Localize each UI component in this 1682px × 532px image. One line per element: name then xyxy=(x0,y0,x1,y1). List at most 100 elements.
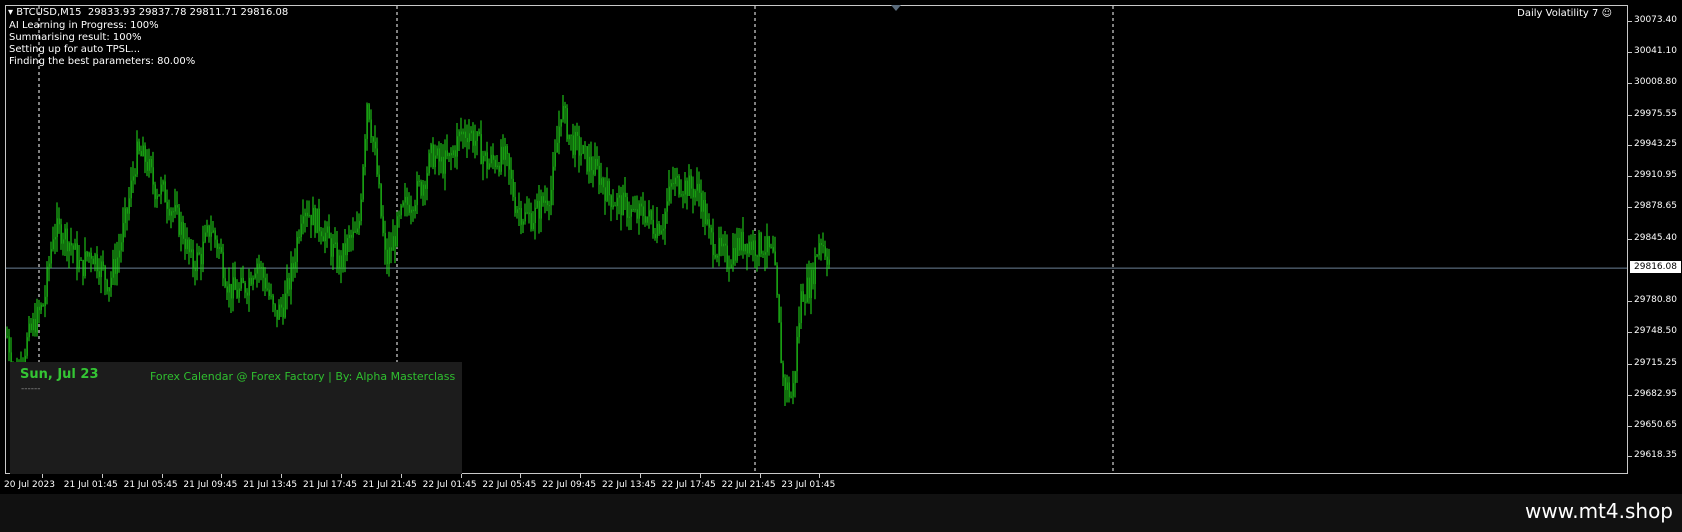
candle-body xyxy=(632,208,634,211)
candle-body xyxy=(596,159,598,166)
candle-body xyxy=(550,189,552,206)
candle-body xyxy=(86,251,88,257)
time-axis[interactable]: 20 Jul 2023 21 Jul 01:45 21 Jul 05:45 21 Ju… xyxy=(0,474,1628,494)
candle-body xyxy=(334,242,336,245)
collapse-arrow-icon[interactable]: ▾ xyxy=(8,7,13,18)
price-tick-label: 29845.40 xyxy=(1634,233,1677,244)
candle-body xyxy=(80,260,82,262)
candle-body xyxy=(458,131,460,137)
symbol-label: BTCUSD,M15 xyxy=(16,7,82,18)
candle-body xyxy=(292,263,294,269)
candle-body xyxy=(794,371,796,384)
shift-marker-icon[interactable] xyxy=(891,5,901,11)
candle-body xyxy=(428,153,430,174)
candle-body xyxy=(256,263,258,274)
candle-body xyxy=(62,239,64,244)
price-tick xyxy=(1628,239,1632,241)
candle-body xyxy=(290,263,292,290)
candle-body xyxy=(760,232,762,254)
candle-body xyxy=(266,288,268,290)
candle-body xyxy=(666,201,668,212)
candle-body xyxy=(488,163,490,170)
candle-body xyxy=(108,287,110,292)
candle-body xyxy=(352,231,354,238)
candle-body xyxy=(598,165,600,185)
candle-body xyxy=(52,239,54,250)
status-line: AI Learning in Progress: 100% xyxy=(9,20,159,31)
candle-body xyxy=(68,242,70,252)
candle-body xyxy=(516,209,518,213)
candle-body xyxy=(120,242,122,251)
calendar-source-label[interactable]: Forex Calendar @ Forex Factory | By: Alp… xyxy=(150,370,455,383)
time-tick-label: 22 Jul 21:45 xyxy=(721,480,776,490)
time-tick xyxy=(281,474,283,478)
candle-body xyxy=(688,175,690,196)
candle-body xyxy=(310,215,312,226)
candle-body xyxy=(626,197,628,218)
candle-body xyxy=(322,236,324,242)
candle-body xyxy=(766,236,768,253)
candle-body xyxy=(822,245,824,247)
candle-body xyxy=(152,167,154,185)
calendar-empty-events: ------ xyxy=(21,384,41,394)
candle-body xyxy=(604,187,606,201)
candle-body xyxy=(446,150,448,157)
candle-body xyxy=(314,207,316,233)
candle-body xyxy=(682,194,684,196)
time-tick-label: 21 Jul 01:45 xyxy=(63,480,118,490)
candle-body xyxy=(194,267,196,272)
candle-body xyxy=(198,252,200,254)
candle-body xyxy=(222,252,224,279)
candle-body xyxy=(232,277,234,299)
current-price-label: 29816.08 xyxy=(1630,261,1681,274)
price-tick-label: 29650.65 xyxy=(1634,419,1677,430)
candle-body xyxy=(486,152,488,170)
candle-body xyxy=(774,251,776,266)
candle-body xyxy=(742,231,744,252)
candle-body xyxy=(524,212,526,222)
candle-body xyxy=(54,237,56,240)
candle-body xyxy=(332,244,334,257)
candle-body xyxy=(270,295,272,297)
candle-body xyxy=(126,208,128,214)
candle-body xyxy=(374,141,376,149)
candle-body xyxy=(210,232,212,237)
candle-body xyxy=(344,243,346,256)
time-tick-label: 22 Jul 09:45 xyxy=(542,480,597,490)
candle-body xyxy=(568,134,570,140)
candle-body xyxy=(536,200,538,208)
time-tick xyxy=(580,474,582,478)
candle-body xyxy=(538,200,540,219)
candle-body xyxy=(60,224,62,244)
candle-body xyxy=(32,318,34,331)
candle-body xyxy=(526,212,528,214)
candle-body xyxy=(642,206,644,217)
candle-body xyxy=(296,237,298,262)
price-tick xyxy=(1628,82,1632,84)
candle-body xyxy=(72,245,74,250)
time-tick xyxy=(42,474,43,478)
candle-body xyxy=(398,215,400,217)
candle-body xyxy=(8,336,10,353)
smiley-icon[interactable]: ☺ xyxy=(1602,8,1612,19)
candle-body xyxy=(190,249,192,253)
candle-body xyxy=(154,184,156,200)
candle-body xyxy=(660,230,662,234)
candle-body xyxy=(694,190,696,198)
candle-body xyxy=(708,219,710,228)
candle-body xyxy=(160,184,162,195)
candle-body xyxy=(608,181,610,196)
time-tick xyxy=(759,474,761,478)
time-tick xyxy=(101,474,103,478)
candle-body xyxy=(788,382,790,398)
candle-body xyxy=(714,254,716,258)
candle-body xyxy=(520,208,522,225)
candle-body xyxy=(324,232,326,242)
candle-body xyxy=(454,150,456,157)
candle-body xyxy=(328,226,330,239)
candle-body xyxy=(394,236,396,247)
candle-body xyxy=(602,178,604,188)
status-line: Setting up for auto TPSL... xyxy=(9,44,141,55)
candle-body xyxy=(390,247,392,251)
price-axis[interactable]: 30073.40 30041.10 30008.80 29975.55 29943.25… xyxy=(1628,5,1682,474)
